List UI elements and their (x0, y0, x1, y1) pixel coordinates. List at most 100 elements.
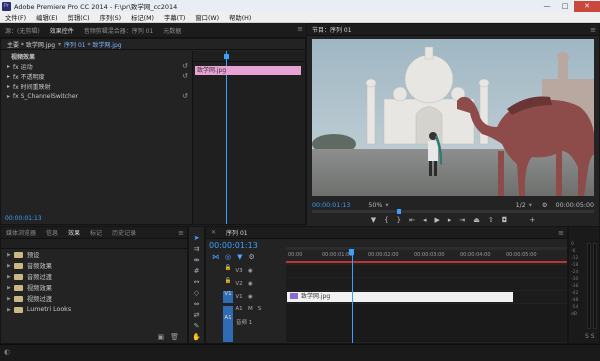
add-marker-icon[interactable]: ▼ (237, 253, 242, 261)
minimize-button[interactable]: — (538, 1, 556, 12)
go-to-out-icon[interactable]: ⇥ (459, 216, 465, 226)
camera-icon[interactable]: ◘ (502, 216, 508, 226)
bin-audio-transitions[interactable]: ▶ 音频过渡 (1, 271, 187, 282)
tab-program[interactable]: 节目：序列 01 (307, 25, 357, 34)
tab-effects[interactable]: 效果 (63, 228, 85, 237)
reset-icon[interactable]: ↺ (182, 72, 188, 80)
go-to-in-icon[interactable]: ⇤ (409, 216, 415, 226)
reset-icon[interactable]: ↺ (182, 62, 188, 70)
program-video-frame[interactable] (312, 39, 594, 196)
audio-track-area[interactable] (286, 304, 567, 342)
close-tab-icon[interactable]: ✕ (206, 229, 221, 236)
tab-info[interactable]: 信息 (41, 228, 63, 237)
zoom-select[interactable]: 50% (368, 202, 382, 209)
lock-icon[interactable]: 🔓 (223, 278, 233, 290)
marker-icon[interactable]: ▼ (371, 216, 376, 226)
panel-menu-icon[interactable]: ≡ (297, 23, 303, 35)
bin-presets[interactable]: ▶ 预设 (1, 249, 187, 260)
effect-ruler[interactable] (193, 51, 305, 62)
menu-clip[interactable]: 剪辑(C) (63, 13, 95, 22)
add-button-icon[interactable]: + (529, 216, 535, 226)
eye-icon[interactable]: ◉ (248, 268, 253, 274)
tab-source[interactable]: 源：(无剪辑) (0, 26, 45, 35)
effect-time-remap[interactable]: ▸ fx 时间重映射 (1, 81, 192, 91)
panel-menu-icon[interactable]: ≡ (590, 24, 596, 36)
menu-window[interactable]: 窗口(W) (190, 13, 224, 22)
bin-audio-effects[interactable]: ▶ 音频效果 (1, 260, 187, 271)
mark-in-icon[interactable]: { (384, 216, 388, 226)
expand-triangle-icon[interactable]: ▶ (7, 285, 11, 291)
tab-effect-controls[interactable]: 效果控件 (45, 26, 79, 35)
hand-tool-icon[interactable]: ✋ (191, 332, 202, 342)
track-select-tool-icon[interactable]: ⇉ (191, 244, 202, 254)
solo-button[interactable]: S (258, 306, 262, 312)
snap-icon[interactable]: ⋈ (212, 253, 219, 261)
menu-help[interactable]: 帮助(H) (224, 13, 256, 22)
mark-out-icon[interactable]: } (397, 216, 401, 226)
pen-tool-icon[interactable]: ✎ (191, 321, 202, 331)
timeline-clip[interactable]: 致学网.jpg (287, 292, 513, 302)
track-label[interactable]: V2 (233, 281, 245, 287)
menu-file[interactable]: 文件(F) (0, 13, 31, 22)
source-patch-v1[interactable]: V1 (223, 291, 233, 303)
track-label[interactable]: V3 (233, 268, 245, 274)
settings-icon[interactable]: ⚙ (249, 253, 255, 261)
source-patch-a1[interactable]: A1 (223, 306, 233, 342)
expand-triangle-icon[interactable]: ▶ (7, 252, 11, 258)
reset-icon[interactable]: ↺ (182, 92, 188, 100)
bin-lumetri-looks[interactable]: ▶ Lumetri Looks (1, 304, 187, 315)
effects-search-bar[interactable] (1, 239, 187, 249)
master-clip-label[interactable]: 主要 * 致学网.jpg (1, 40, 55, 49)
bin-video-transitions[interactable]: ▶ 视频过渡 (1, 293, 187, 304)
effect-channel-switcher[interactable]: ▸ fx S_ChannelSwitcher ↺ (1, 91, 192, 101)
eye-icon[interactable]: ◉ (248, 281, 253, 287)
lift-icon[interactable]: ⏏ (473, 216, 480, 226)
track-area[interactable] (286, 265, 567, 277)
track-label[interactable]: V1 (233, 294, 245, 300)
menu-sequence[interactable]: 序列(S) (95, 13, 127, 22)
status-icon[interactable]: ◐ (4, 348, 10, 356)
expand-triangle-icon[interactable]: ▶ (7, 274, 11, 280)
tab-sequence[interactable]: 序列 01 (221, 228, 253, 237)
step-back-icon[interactable]: ◂ (423, 216, 427, 226)
rolling-edit-tool-icon[interactable]: # (191, 266, 202, 276)
program-scrubber[interactable] (312, 209, 594, 214)
solo-meter-buttons[interactable]: S S (585, 333, 595, 340)
razor-tool-icon[interactable]: ◇ (191, 288, 202, 298)
sequence-clip-label[interactable]: 序列 01 * 致学网.jpg (64, 40, 122, 49)
timeline-timecode[interactable]: 00:00:01:13 (206, 239, 286, 250)
tab-markers[interactable]: 标记 (85, 228, 107, 237)
ripple-edit-tool-icon[interactable]: ⇹ (191, 255, 202, 265)
mute-button[interactable]: M (248, 306, 253, 312)
new-bin-icon[interactable]: ▣ (157, 333, 164, 343)
selection-tool-icon[interactable]: ➤ (191, 233, 202, 243)
slip-tool-icon[interactable]: ⇔ (191, 299, 202, 309)
dropdown-icon[interactable]: ▾ (58, 41, 61, 48)
tab-audio-clip-mixer[interactable]: 音频剪辑混合器：序列 01 (79, 26, 159, 35)
expand-triangle-icon[interactable]: ▶ (7, 296, 11, 302)
wrench-icon[interactable]: ⚙ (542, 202, 548, 209)
extract-icon[interactable]: ⇧ (488, 216, 494, 226)
panel-menu-icon[interactable]: ≡ (558, 227, 564, 239)
tab-media-browser[interactable]: 媒体浏览器 (1, 228, 41, 237)
effect-controls-timecode[interactable]: 00:00:01:13 (5, 215, 42, 222)
expand-triangle-icon[interactable]: ▶ (7, 263, 11, 269)
effect-motion[interactable]: ▸ fx 运动 ↺ (1, 61, 192, 71)
linked-selection-icon[interactable]: ◎ (225, 253, 231, 261)
chevron-down-icon[interactable]: ▾ (529, 202, 532, 209)
eye-icon[interactable]: ◉ (248, 294, 253, 300)
menu-title[interactable]: 字幕(T) (159, 13, 190, 22)
bin-video-effects[interactable]: ▶ 视频效果 (1, 282, 187, 293)
quality-select[interactable]: 1/2 (516, 202, 526, 209)
track-area[interactable]: 致学网.jpg (286, 291, 567, 303)
tab-history[interactable]: 历史记录 (107, 228, 141, 237)
program-timecode[interactable]: 00:00:01:13 (312, 202, 350, 209)
track-area[interactable] (286, 278, 567, 290)
close-button[interactable]: ✕ (574, 0, 600, 12)
chevron-down-icon[interactable]: ▾ (385, 202, 388, 209)
scrubber-playhead[interactable] (397, 209, 401, 214)
trash-icon[interactable]: 🗑 (170, 333, 179, 343)
menu-edit[interactable]: 编辑(E) (31, 13, 63, 22)
timeline-ruler[interactable]: 00:00 00:00:01:00 00:00:02:00 00:00:03:0… (286, 247, 567, 261)
expand-triangle-icon[interactable]: ▶ (7, 307, 11, 313)
